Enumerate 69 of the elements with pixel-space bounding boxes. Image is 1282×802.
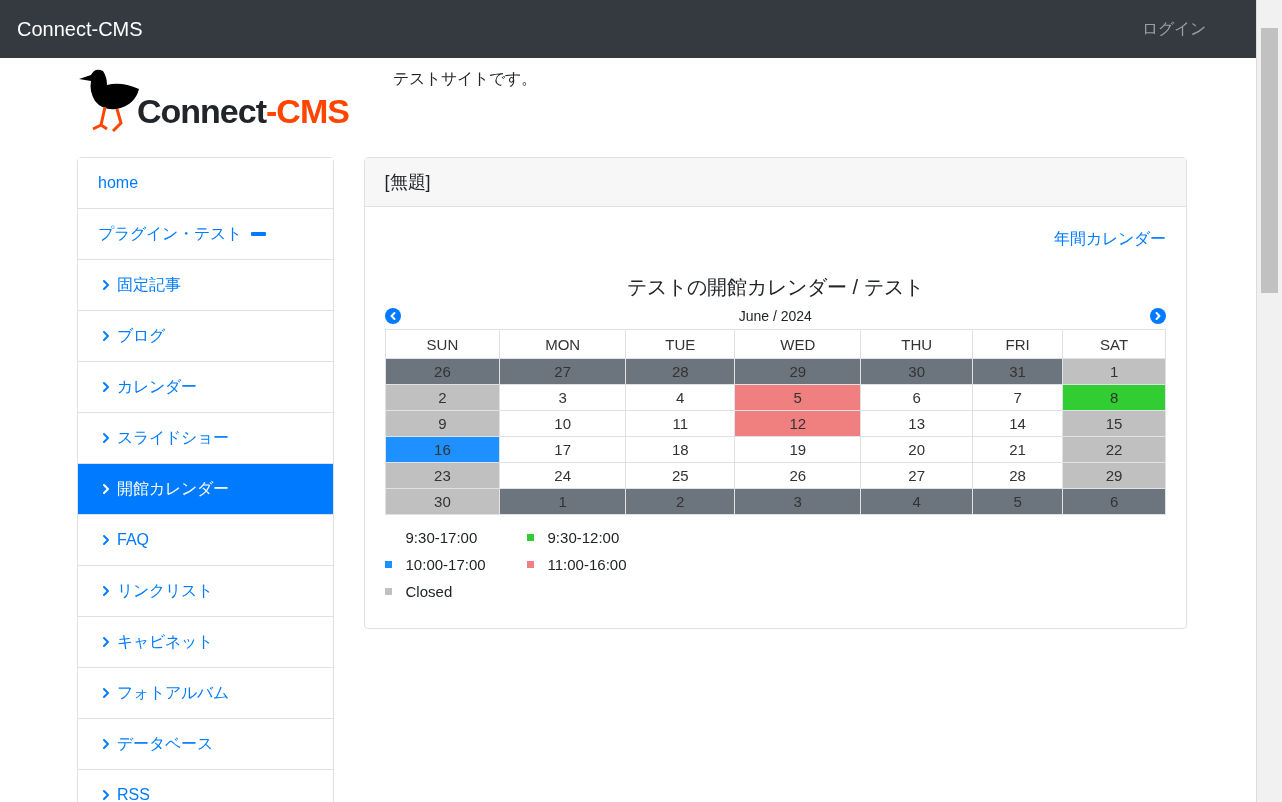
- day-cell: 2: [385, 384, 500, 411]
- day-cell: 21: [972, 436, 1063, 463]
- day-cell: 30: [860, 358, 973, 385]
- day-cell: 6: [860, 384, 973, 411]
- sidebar-item[interactable]: home: [78, 158, 333, 209]
- day-cell: 3: [734, 488, 861, 515]
- day-cell: 26: [385, 358, 500, 385]
- day-cell: 16: [385, 436, 500, 463]
- day-cell: 27: [860, 462, 973, 489]
- day-cell: 13: [860, 410, 973, 437]
- day-cell: 25: [625, 462, 735, 489]
- day-cell: 18: [625, 436, 735, 463]
- legend-label: Closed: [405, 583, 453, 600]
- day-cell: 5: [972, 488, 1063, 515]
- weekday-header: FRI: [972, 329, 1063, 359]
- day-cell: 31: [972, 358, 1063, 385]
- legend-label: 10:00-17:00: [405, 556, 486, 573]
- annual-calendar-link[interactable]: 年間カレンダー: [1054, 229, 1166, 250]
- day-cell: 10: [499, 410, 626, 437]
- day-cell: 29: [734, 358, 861, 385]
- day-cell: 11: [625, 410, 735, 437]
- day-cell: 26: [734, 462, 861, 489]
- day-cell: 23: [385, 462, 500, 489]
- day-cell: 3: [499, 384, 626, 411]
- day-cell: 5: [734, 384, 861, 411]
- brand-link[interactable]: Connect-CMS: [17, 17, 143, 41]
- day-cell: 30: [385, 488, 500, 515]
- day-cell: 15: [1062, 410, 1166, 437]
- next-month-button[interactable]: [1150, 308, 1166, 324]
- day-cell: 24: [499, 462, 626, 489]
- day-cell: 19: [734, 436, 861, 463]
- weekday-header: TUE: [625, 329, 735, 359]
- day-cell: 1: [1062, 358, 1166, 385]
- previous-month-button[interactable]: [384, 308, 401, 324]
- day-cell: 4: [860, 488, 973, 515]
- sidebar-item[interactable]: 開館カレンダー: [78, 464, 333, 515]
- day-cell: 20: [860, 436, 973, 463]
- month-label: June / 2024: [738, 308, 812, 324]
- logo-text: Connect-CMS: [137, 92, 349, 131]
- site-tagline: テストサイトです。: [393, 69, 537, 89]
- legend-label: 11:00-16:00: [547, 556, 627, 573]
- legend-label: 9:30-12:00: [547, 529, 620, 546]
- scrollbar[interactable]: [1256, 0, 1282, 802]
- day-cell: 27: [499, 358, 626, 385]
- weekday-header: WED: [734, 329, 861, 359]
- day-cell: 12: [734, 410, 861, 437]
- weekday-header: SUN: [385, 329, 500, 359]
- day-cell: 6: [1062, 488, 1166, 515]
- day-cell: 14: [972, 410, 1063, 437]
- day-cell: 9: [385, 410, 500, 437]
- weekday-header: THU: [860, 329, 973, 359]
- day-cell: 1: [499, 488, 626, 515]
- dash-icon: [251, 232, 266, 236]
- legend-label: 9:30-17:00: [405, 529, 478, 546]
- day-cell: 2: [625, 488, 735, 515]
- day-cell: 17: [499, 436, 626, 463]
- day-cell: 29: [1062, 462, 1166, 489]
- login-link[interactable]: ログイン: [1142, 18, 1206, 40]
- day-cell: 28: [972, 462, 1063, 489]
- card-title: [無題]: [364, 158, 1186, 207]
- day-cell: 22: [1062, 436, 1166, 463]
- day-cell: 7: [972, 384, 1063, 411]
- weekday-header: SAT: [1062, 329, 1166, 359]
- day-cell: 8: [1062, 384, 1166, 411]
- day-cell: 4: [625, 384, 735, 411]
- day-cell: 28: [625, 358, 735, 385]
- weekday-header: MON: [499, 329, 626, 359]
- calendar-title: テストの開館カレンダー / テスト: [625, 275, 925, 300]
- scrollbar-thumb[interactable]: [1261, 28, 1278, 293]
